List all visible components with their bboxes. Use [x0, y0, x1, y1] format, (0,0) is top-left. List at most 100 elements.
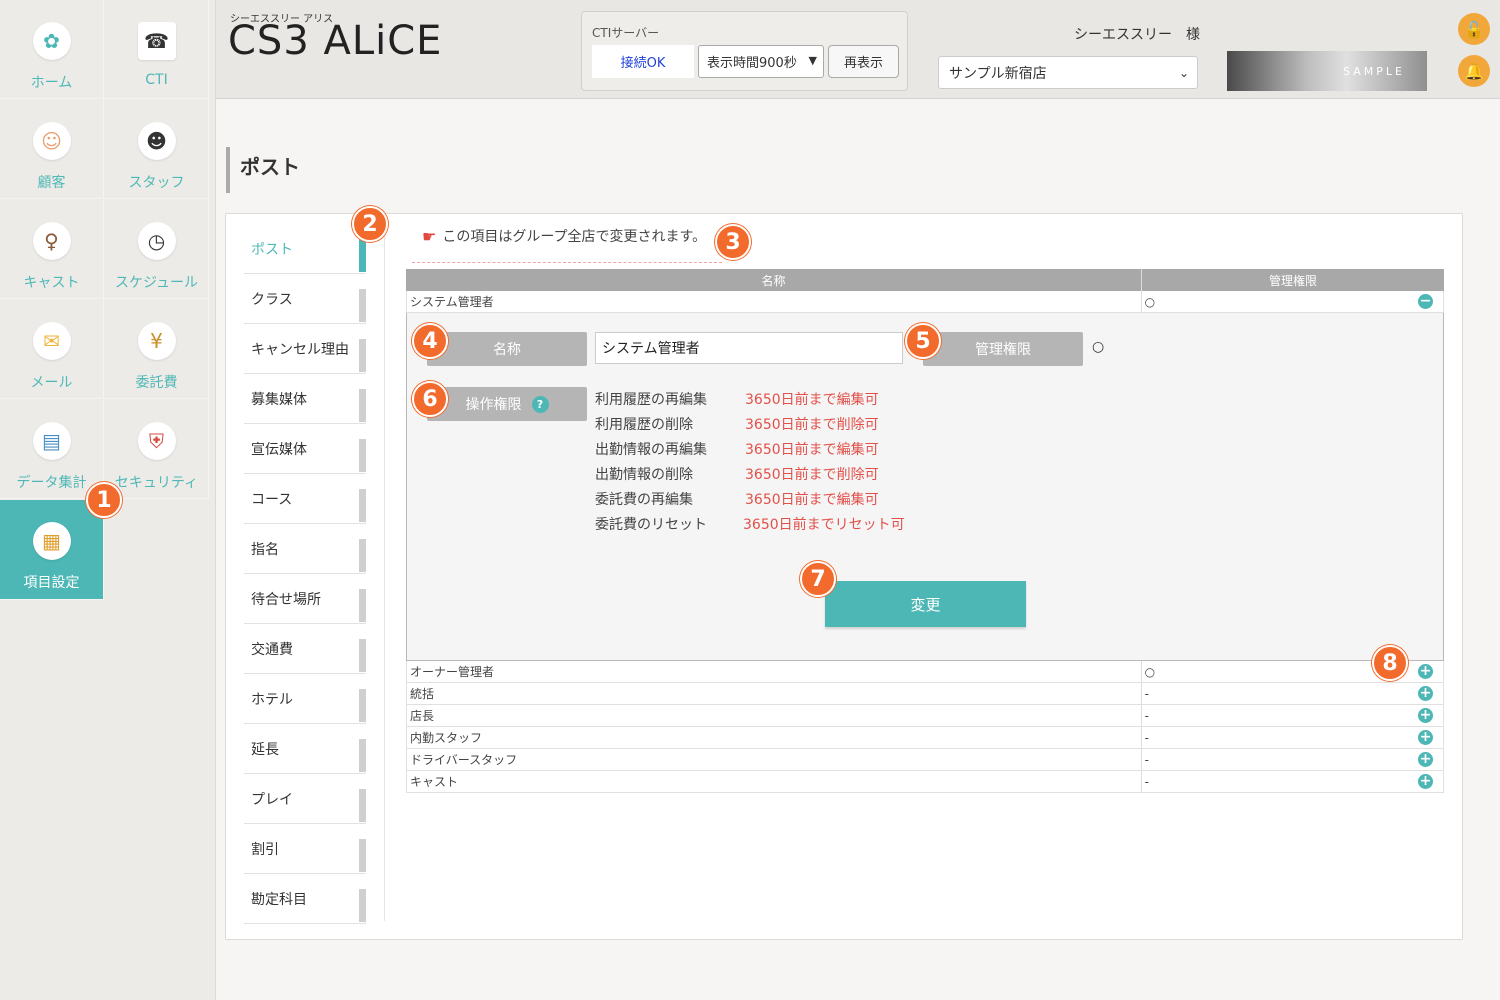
- wallet-icon: ¥: [137, 322, 176, 360]
- table-row-expanded[interactable]: システム管理者 ○ −: [406, 291, 1444, 313]
- op-value[interactable]: 3650日前まで編集可: [745, 489, 879, 509]
- collapse-icon[interactable]: −: [1418, 294, 1433, 309]
- sidebar-item-home[interactable]: ✿ ホーム: [0, 0, 104, 99]
- expand-icon[interactable]: +: [1418, 752, 1433, 767]
- subnav-item-account[interactable]: 勘定科目: [244, 874, 366, 924]
- expand-icon[interactable]: +: [1418, 708, 1433, 723]
- subnav-label: 延長: [251, 742, 279, 758]
- subnav-item-recruit-media[interactable]: 募集媒体: [244, 374, 366, 424]
- cti-status: 接続OK: [592, 45, 694, 78]
- subnav-item-hotel[interactable]: ホテル: [244, 674, 366, 724]
- subnav-item-meeting-place[interactable]: 待合せ場所: [244, 574, 366, 624]
- op-label: 委託費のリセット: [595, 517, 707, 533]
- sidebar-item-mail[interactable]: ✉ メール: [0, 300, 104, 399]
- mail-icon: ✉: [32, 322, 71, 360]
- subnav-marker: [359, 389, 366, 422]
- phone-icon: ☎: [137, 22, 176, 60]
- subnav-marker: [359, 589, 366, 622]
- brand-logo[interactable]: CS3 ALiCE: [228, 18, 442, 64]
- subnav-item-class[interactable]: クラス: [244, 274, 366, 324]
- subnav-item-ad-media[interactable]: 宣伝媒体: [244, 424, 366, 474]
- unlock-icon[interactable]: 🔓: [1458, 13, 1490, 45]
- sidebar-item-label: 項目設定: [23, 575, 80, 591]
- table-row[interactable]: オーナー管理者 ○ +: [406, 661, 1444, 683]
- header-admin: 管理権限: [1268, 273, 1317, 288]
- sidebar-item-cti[interactable]: ☎ CTI: [105, 0, 209, 99]
- name-input[interactable]: システム管理者: [595, 332, 903, 364]
- divider: [412, 262, 722, 263]
- subnav-item-nomination[interactable]: 指名: [244, 524, 366, 574]
- subnav-item-course[interactable]: コース: [244, 474, 366, 524]
- row-admin-value: ○: [1144, 294, 1156, 309]
- sidebar-item-label: キャスト: [23, 275, 80, 291]
- sidebar-item-customer[interactable]: ☺ 顧客: [0, 100, 104, 199]
- expand-icon[interactable]: +: [1418, 774, 1433, 789]
- subnav-label: 割引: [251, 842, 279, 858]
- expand-icon[interactable]: +: [1418, 664, 1433, 679]
- row-admin-value: ○: [1144, 664, 1156, 679]
- table-row[interactable]: 内勤スタッフ - +: [406, 727, 1444, 749]
- sidebar-item-security[interactable]: ⛨ セキュリティ: [105, 400, 209, 499]
- admin-value[interactable]: ○: [1092, 339, 1104, 355]
- subnav-item-play[interactable]: プレイ: [244, 774, 366, 824]
- subnav-marker: [359, 539, 366, 572]
- row-admin: - +: [1142, 705, 1443, 726]
- chevron-down-icon: ⌄: [1178, 66, 1189, 80]
- expand-icon[interactable]: +: [1418, 730, 1433, 745]
- sidebar-item-data[interactable]: ▤ データ集計: [0, 400, 104, 499]
- sidebar-item-label: スケジュール: [114, 275, 199, 291]
- refresh-button[interactable]: 再表示: [828, 45, 899, 78]
- sidebar-item-cast[interactable]: ♀ キャスト: [0, 200, 104, 299]
- sidebar-item-settings[interactable]: ▦ 項目設定: [0, 500, 104, 600]
- table-row[interactable]: キャスト - +: [406, 771, 1444, 793]
- subnav-marker: [359, 289, 366, 322]
- store-select[interactable]: サンプル新宿店 ⌄: [938, 56, 1198, 89]
- table-row[interactable]: 店長 - +: [406, 705, 1444, 727]
- row-admin: ○ −: [1142, 291, 1443, 312]
- row-admin-value: -: [1144, 686, 1149, 701]
- subnav-item-extension[interactable]: 延長: [244, 724, 366, 774]
- table-row[interactable]: 統括 - +: [406, 683, 1444, 705]
- sidebar-item-commission[interactable]: ¥ 委託費: [105, 300, 209, 399]
- op-value[interactable]: 3650日前まで編集可: [745, 439, 879, 459]
- table-row[interactable]: ドライバースタッフ - +: [406, 749, 1444, 771]
- op-value[interactable]: 3650日前まで削除可: [745, 464, 879, 484]
- sidebar-item-label: スタッフ: [128, 175, 185, 191]
- subnav-marker: [359, 739, 366, 772]
- op-value[interactable]: 3650日前まで編集可: [745, 389, 879, 409]
- sidebar-item-label: セキュリティ: [114, 475, 199, 491]
- subnav-item-post[interactable]: ポスト: [244, 224, 366, 274]
- change-button[interactable]: 変更: [825, 581, 1026, 627]
- display-time-select[interactable]: 表示時間900秒 ▼: [698, 45, 824, 78]
- bell-icon[interactable]: 🔔: [1458, 55, 1490, 87]
- subnav-label: 指名: [251, 542, 279, 558]
- cti-label: CTIサーバー: [592, 26, 660, 40]
- op-label: 出勤情報の再編集: [595, 442, 707, 458]
- row-admin-value: -: [1144, 752, 1149, 767]
- subnav-item-cancel-reason[interactable]: キャンセル理由: [244, 324, 366, 374]
- subnav-item-transport[interactable]: 交通費: [244, 624, 366, 674]
- op-value[interactable]: 3650日前までリセット可: [743, 514, 905, 534]
- step-badge-8: 8: [1372, 645, 1408, 681]
- expand-icon[interactable]: +: [1418, 686, 1433, 701]
- step-badge-2: 2: [352, 206, 388, 242]
- customer-icon: ☺: [32, 122, 71, 160]
- sidebar-item-staff[interactable]: ☻ スタッフ: [105, 100, 209, 199]
- row-admin-value: -: [1144, 708, 1149, 723]
- row-admin-value: -: [1144, 774, 1149, 789]
- subnav-label: ポスト: [251, 242, 293, 258]
- sidebar-item-label: 顧客: [37, 175, 66, 191]
- row-name: 内勤スタッフ: [407, 727, 1142, 748]
- name-label: 名称: [427, 332, 587, 366]
- subnav-label: コース: [251, 492, 293, 508]
- sidebar-item-label: ホーム: [30, 75, 73, 91]
- op-value[interactable]: 3650日前まで削除可: [745, 414, 879, 434]
- subnav-marker: [359, 789, 366, 822]
- subnav-item-discount[interactable]: 割引: [244, 824, 366, 874]
- sidebar-item-schedule[interactable]: ◷ スケジュール: [105, 200, 209, 299]
- subnav-marker: [359, 889, 366, 922]
- row-name: 統括: [407, 683, 1142, 704]
- store-value: サンプル新宿店: [949, 65, 1047, 82]
- step-badge-6: 6: [412, 381, 448, 417]
- help-icon[interactable]: ?: [531, 395, 549, 413]
